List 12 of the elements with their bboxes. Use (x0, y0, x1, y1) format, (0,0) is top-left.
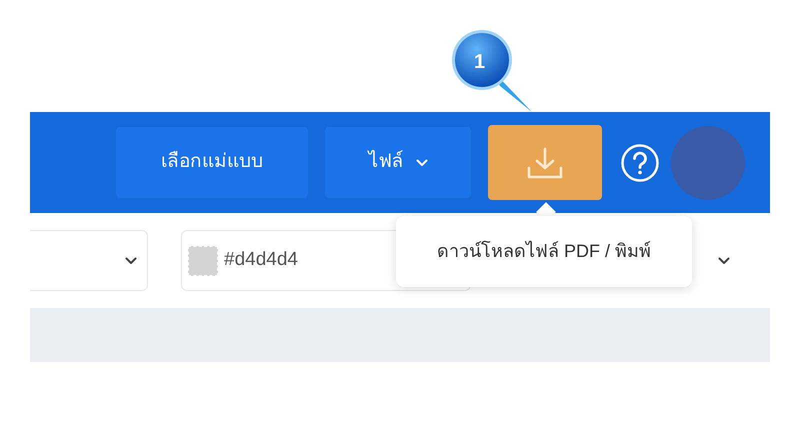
chevron-down-icon (416, 158, 428, 166)
select-field[interactable] (30, 230, 148, 291)
help-icon[interactable] (620, 142, 660, 182)
chevron-down-icon (125, 256, 137, 264)
template-button[interactable]: เลือกแม่แบบ (116, 127, 308, 198)
callout-number: 1 (474, 50, 486, 75)
download-icon (525, 146, 565, 180)
color-swatch (188, 246, 218, 276)
chevron-down-icon (718, 256, 730, 264)
color-value: #d4d4d4 (224, 248, 298, 272)
file-menu-button[interactable]: ไฟล์ (325, 127, 471, 198)
download-button[interactable] (488, 125, 602, 200)
